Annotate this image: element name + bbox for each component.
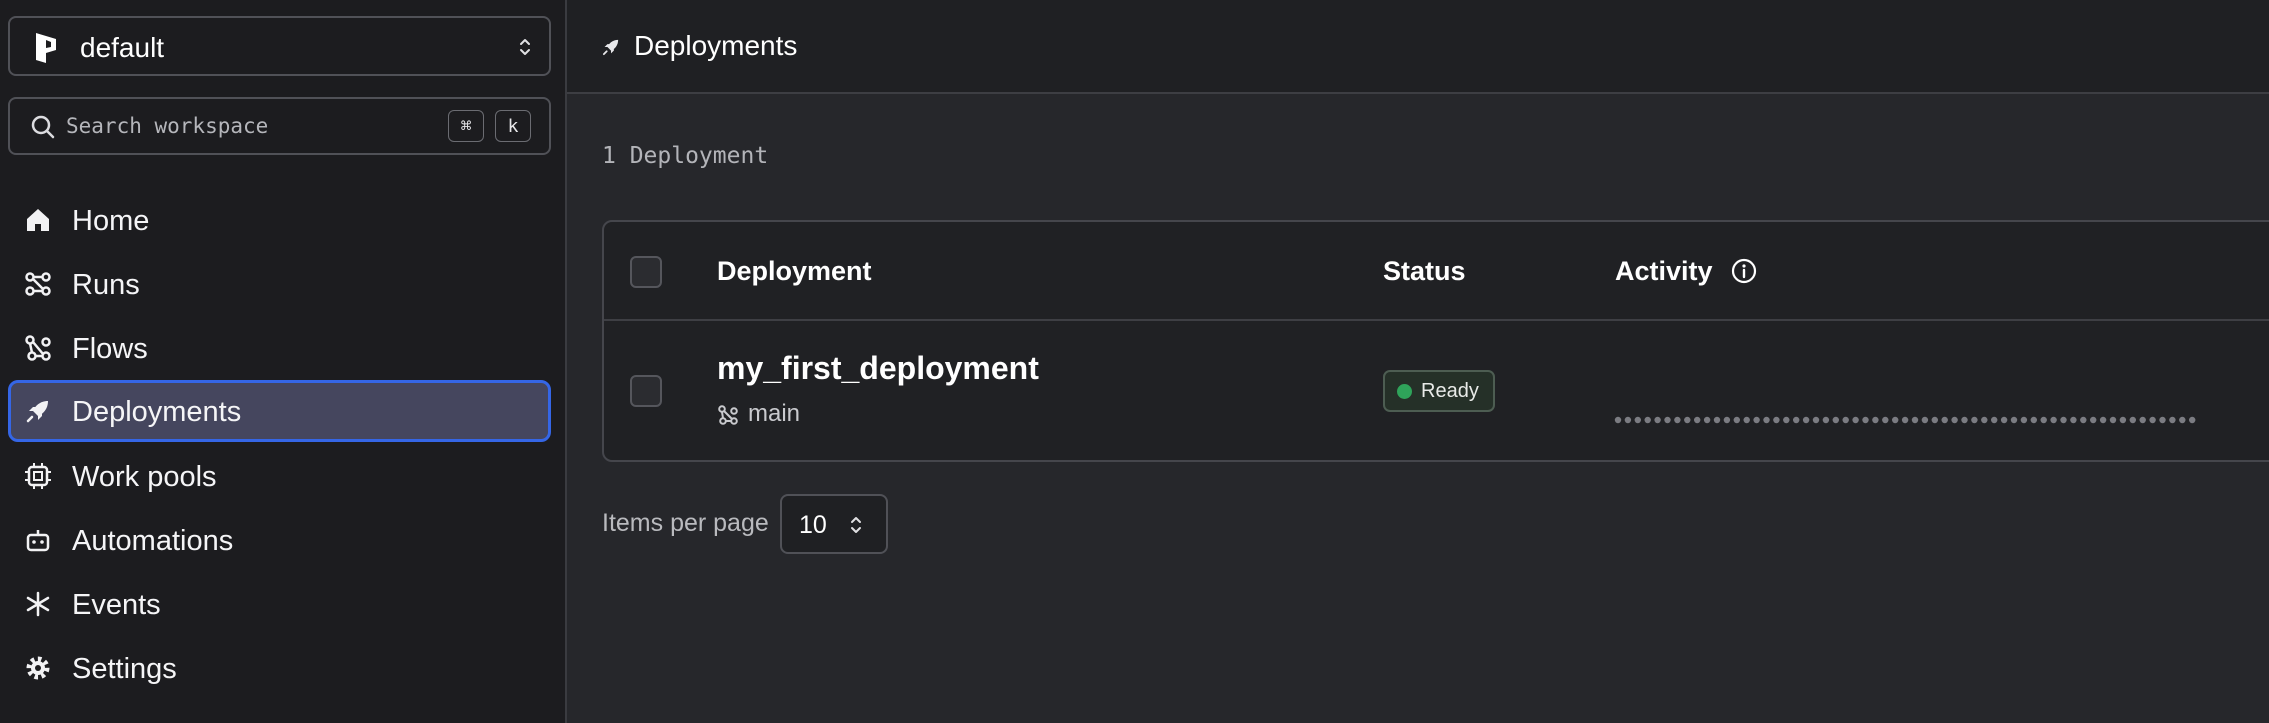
deployment-name-link[interactable]: my_first_deployment — [717, 350, 1039, 387]
rocket-icon — [602, 39, 619, 56]
flows-icon — [25, 335, 51, 361]
search-input[interactable]: Search workspace ⌘ k — [8, 97, 551, 155]
workspace-name: default — [80, 32, 165, 63]
select-all-checkbox[interactable] — [630, 256, 662, 288]
sidebar-item-settings[interactable]: Settings — [8, 637, 551, 699]
sidebar-item-label: Events — [72, 589, 161, 621]
row-checkbox[interactable] — [630, 375, 662, 407]
sidebar-item-home[interactable]: Home — [8, 189, 551, 251]
bot-icon — [26, 530, 50, 552]
items-per-page-label: Items per page — [602, 509, 769, 537]
branch-icon — [718, 405, 738, 425]
cpu-icon — [25, 463, 51, 489]
rocket-icon — [26, 401, 48, 423]
workspace-switcher[interactable]: default — [8, 16, 551, 76]
deployment-count: 1 Deployment — [602, 143, 769, 169]
asterisk-icon — [26, 591, 50, 617]
prefect-logo-icon — [36, 33, 56, 63]
sidebar-item-automations[interactable]: Automations — [8, 509, 551, 571]
column-header-deployment: Deployment — [717, 256, 872, 286]
column-header-activity: Activity — [1615, 256, 1713, 286]
sidebar-item-label: Runs — [72, 269, 140, 301]
chevron-up-down-icon — [520, 39, 530, 55]
sidebar-item-label: Flows — [72, 333, 148, 365]
sidebar-item-flows[interactable]: Flows — [8, 317, 551, 379]
items-per-page-select[interactable]: 10 — [780, 494, 888, 554]
page-header: Deployments — [567, 0, 2269, 94]
table-header: Deployment Status Activity — [604, 222, 2269, 321]
sidebar-item-deployments[interactable]: Deployments — [8, 380, 551, 442]
search-icon — [31, 115, 55, 139]
sidebar-item-events[interactable]: Events — [8, 573, 551, 635]
status-label: Ready — [1421, 379, 1479, 402]
shortcut-mod-key: ⌘ — [448, 110, 484, 142]
sidebar-item-label: Automations — [72, 525, 234, 557]
sidebar-item-label: Deployments — [72, 396, 242, 428]
status-dot-icon — [1397, 383, 1412, 399]
shortcut-k-key: k — [495, 110, 531, 142]
page-title: Deployments — [634, 30, 798, 61]
deployment-branch: main — [748, 400, 801, 427]
deployments-table: Deployment Status Activity my_first_depl… — [602, 220, 2269, 462]
runs-icon — [25, 272, 51, 296]
items-per-page-value: 10 — [799, 511, 827, 539]
sidebar: default Search workspace ⌘ k Home Runs F… — [0, 0, 567, 723]
status-badge: Ready — [1383, 370, 1495, 412]
sidebar-item-work-pools[interactable]: Work pools — [8, 445, 551, 507]
column-header-status: Status — [1383, 256, 1466, 286]
sidebar-item-label: Home — [72, 205, 150, 237]
info-icon[interactable] — [1730, 257, 1758, 285]
activity-sparkline — [1614, 416, 2196, 424]
sidebar-item-label: Work pools — [72, 461, 217, 493]
sidebar-item-label: Settings — [72, 653, 177, 685]
home-icon — [27, 209, 49, 231]
search-placeholder: Search workspace — [66, 114, 269, 138]
sidebar-item-runs[interactable]: Runs — [8, 253, 551, 315]
gear-icon — [26, 656, 50, 680]
chevron-up-down-icon — [851, 517, 861, 533]
